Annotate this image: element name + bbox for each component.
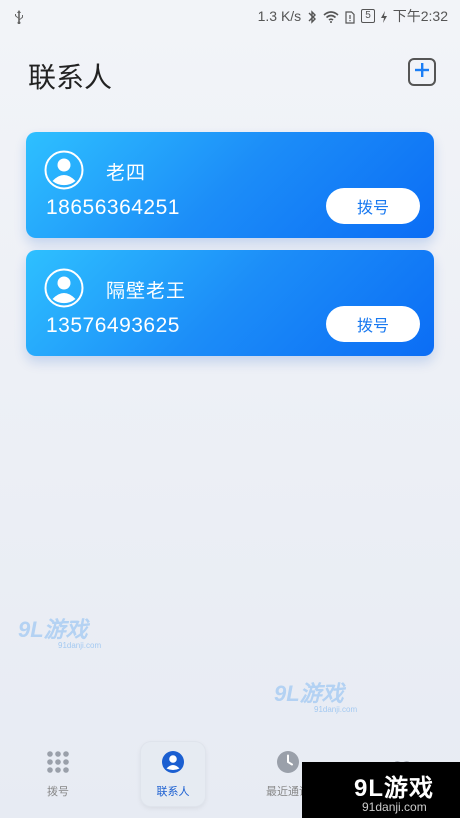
- tab-contacts[interactable]: 联系人: [141, 742, 205, 806]
- avatar-icon: [44, 268, 84, 308]
- usb-icon: [14, 8, 24, 25]
- battery-indicator: 5: [361, 9, 375, 23]
- tab-label: 拨号: [47, 785, 69, 798]
- tab-label: 联系人: [156, 785, 190, 798]
- site-watermark: 9L游戏 91danji.com: [302, 762, 460, 818]
- contact-card[interactable]: 隔壁老王 13576493625 拨号: [26, 250, 434, 356]
- contact-name: 隔壁老王: [106, 281, 187, 302]
- dial-button[interactable]: 拨号: [326, 306, 420, 342]
- brand-url: 91danji.com: [362, 800, 427, 814]
- brand-logo: 9L游戏: [354, 775, 435, 802]
- status-bar: 1.3 K/s 5 下午2:32: [0, 0, 460, 32]
- contact-card[interactable]: 老四 18656364251 拨号: [26, 132, 434, 238]
- network-speed: 1.3 K/s: [257, 8, 302, 24]
- add-contact-button[interactable]: [408, 58, 436, 86]
- clock-time: 下午2:32: [392, 8, 448, 24]
- wifi-icon: [323, 8, 339, 24]
- avatar-icon: [44, 150, 84, 190]
- contacts-icon: [161, 750, 185, 777]
- contact-phone: 13576493625: [46, 314, 180, 337]
- dialpad-icon: [46, 750, 70, 777]
- plus-icon: [414, 62, 430, 83]
- watermark-logo: 9L游戏 91danji.com: [18, 617, 102, 650]
- dial-button[interactable]: 拨号: [326, 188, 420, 224]
- bluetooth-icon: [307, 8, 317, 24]
- sim-icon: [345, 8, 355, 24]
- charging-icon: [380, 8, 387, 24]
- clock-icon: [276, 750, 300, 777]
- contact-phone: 18656364251: [46, 196, 180, 219]
- tab-dialpad[interactable]: 拨号: [26, 742, 90, 806]
- contact-list: 老四 18656364251 拨号 隔壁老王 13576493625 拨号: [26, 132, 434, 368]
- contact-name: 老四: [106, 163, 147, 184]
- watermark-logo: 9L游戏 91danji.com: [274, 681, 358, 714]
- page-title: 联系人: [28, 62, 113, 93]
